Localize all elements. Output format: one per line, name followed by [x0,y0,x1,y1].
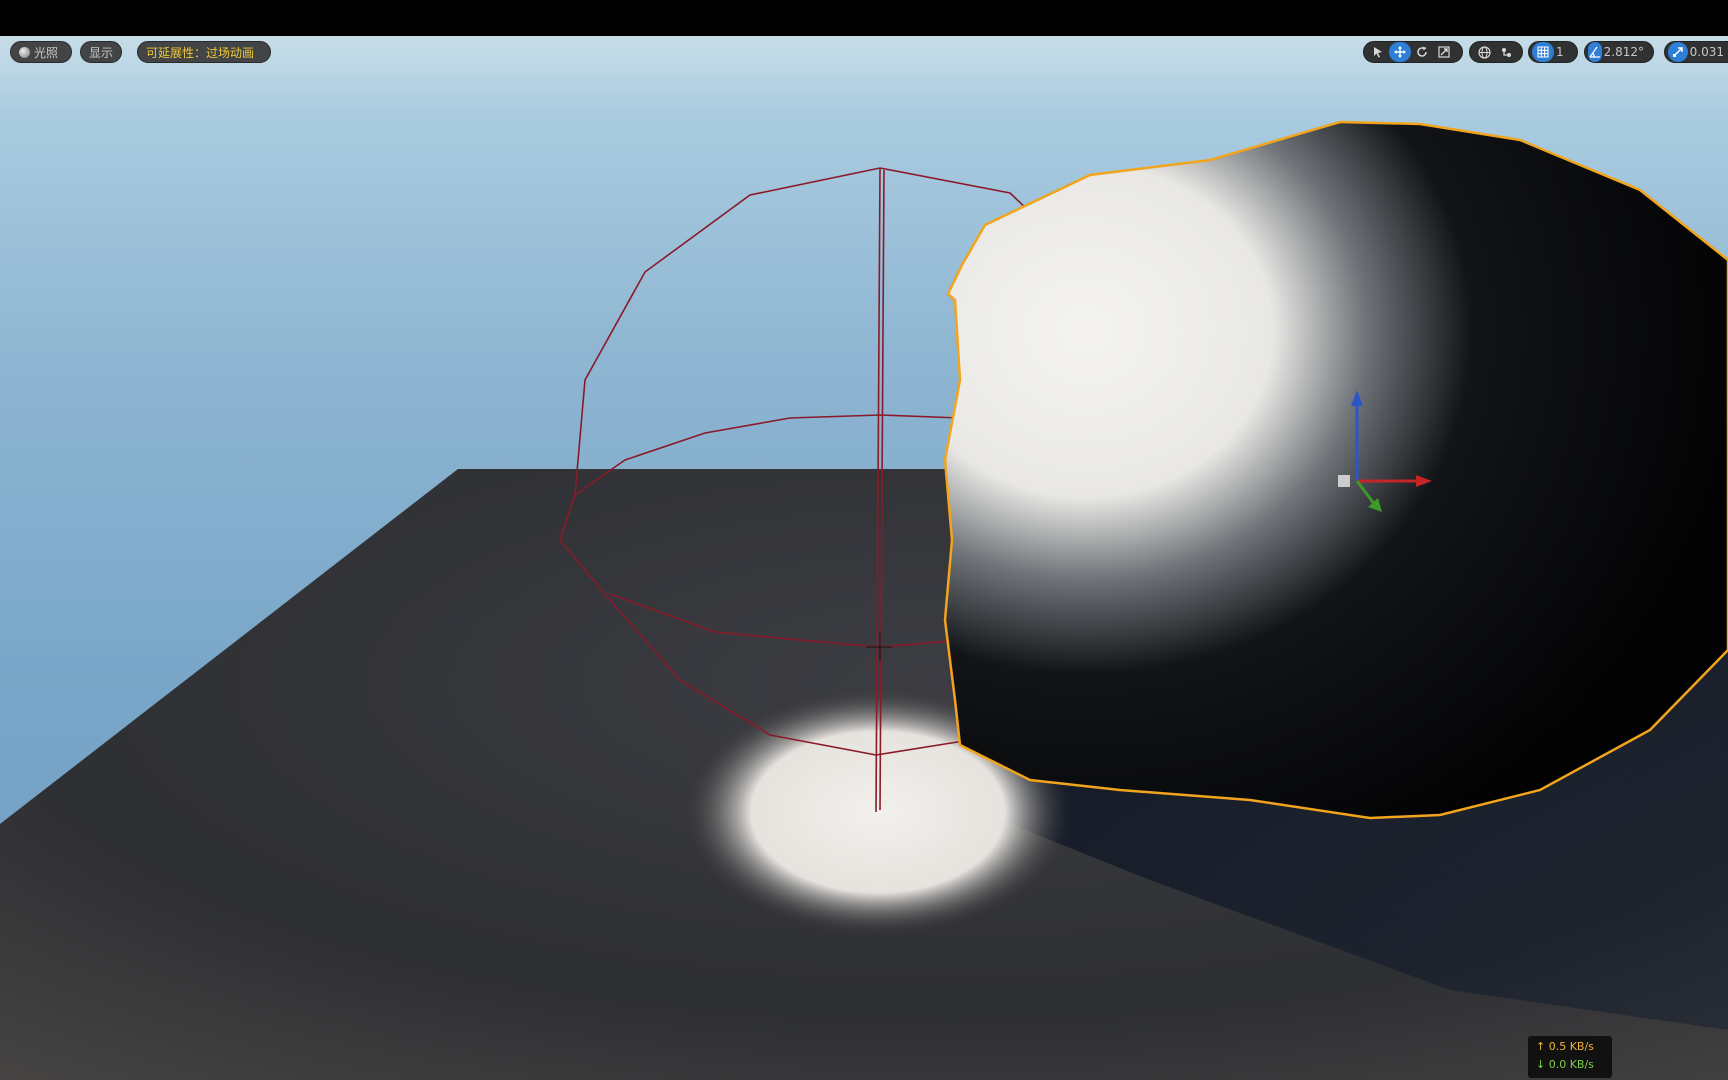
window-top-band [0,0,1728,36]
grid-snap-value[interactable]: 1 [1554,45,1570,59]
world-space-icon[interactable] [1473,42,1495,62]
coordinate-space-group [1469,41,1523,63]
scalability-button[interactable]: 可延展性：过场动画 [137,41,271,63]
lighting-mode-icon [19,47,30,58]
scale-snap-icon[interactable] [1668,42,1688,62]
scalability-label: 可延展性：过场动画 [146,46,255,60]
download-rate: ↓ 0.0 KB/s [1536,1058,1594,1071]
rotation-snap-value[interactable]: 2.812° [1602,45,1650,59]
rotate-icon[interactable] [1411,42,1433,62]
scale-icon[interactable] [1433,42,1455,62]
rotation-snap-icon[interactable] [1588,42,1602,62]
select-icon[interactable] [1367,42,1389,62]
rotation-snap-group[interactable]: 2.812° [1584,41,1654,63]
surface-snap-icon[interactable] [1495,42,1517,62]
show-button[interactable]: 显示 [80,41,122,63]
upload-rate: ↑ 0.5 KB/s [1536,1040,1594,1053]
scale-snap-value[interactable]: 0.031 [1688,45,1728,59]
scale-snap-group[interactable]: 0.031 [1664,41,1728,63]
lighting-button[interactable]: 光照 [10,41,72,63]
grid-snap-icon[interactable] [1532,42,1554,62]
level-viewport[interactable]: 光照 显示 可延展性：过场动画 1 2.812° 0.031 [0,36,1728,1080]
translate-icon[interactable] [1389,42,1411,62]
transform-mode-group [1363,41,1463,63]
grid-snap-group[interactable]: 1 [1528,41,1578,63]
network-stats: ↑ 0.5 KB/s ↓ 0.0 KB/s [1528,1036,1612,1078]
scene-render [0,120,1728,1080]
selected-mesh[interactable] [943,120,1728,820]
show-label: 显示 [89,46,114,60]
lighting-label: 光照 [34,46,59,60]
